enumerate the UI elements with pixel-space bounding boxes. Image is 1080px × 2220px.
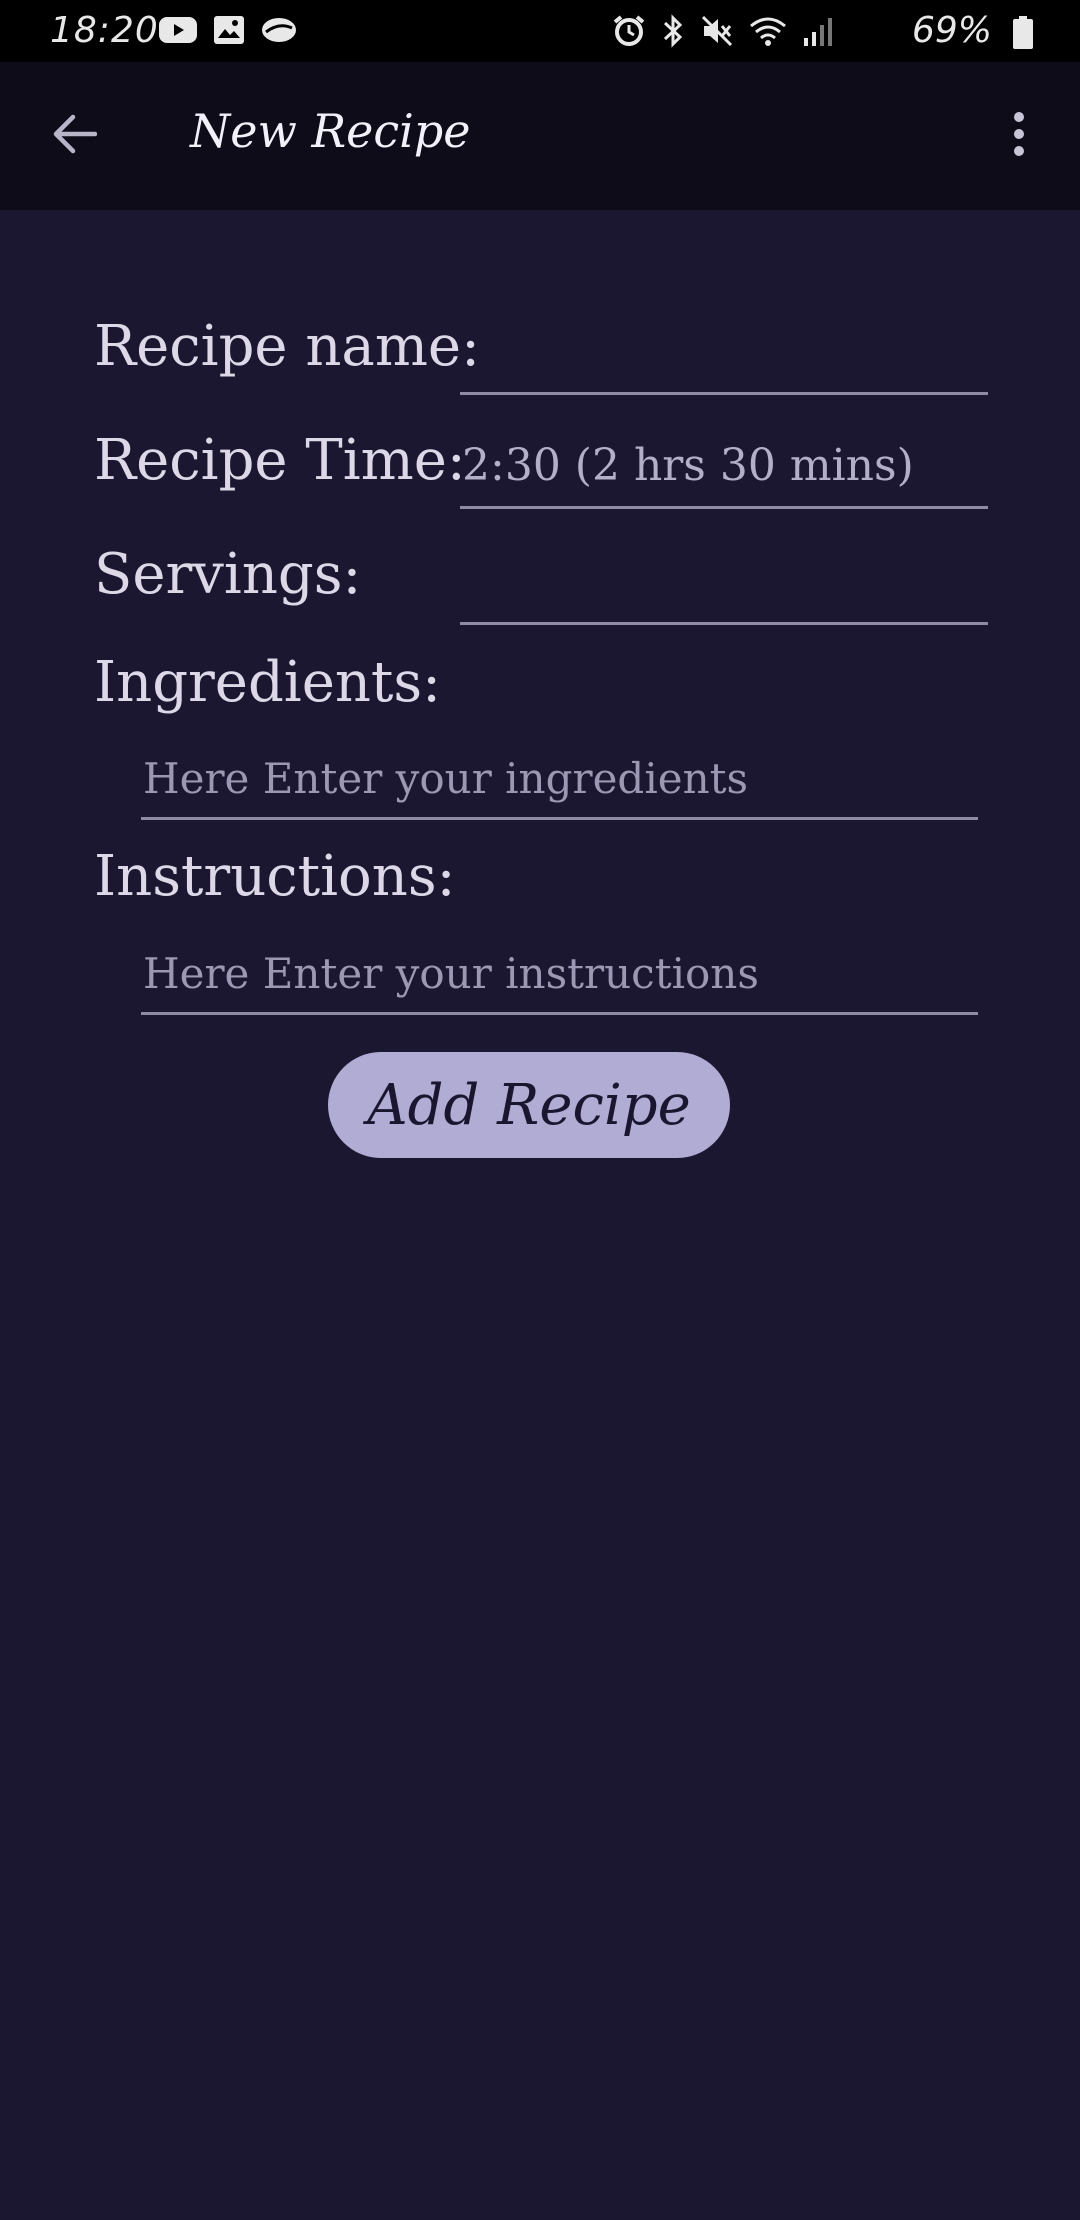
ingredients-placeholder: Here Enter your ingredients — [143, 754, 749, 803]
status-left-icons — [158, 14, 298, 46]
status-right-icons — [612, 14, 834, 48]
instructions-input[interactable]: Here Enter your instructions — [141, 941, 978, 1017]
status-bar: 18:20 69% — [0, 0, 1080, 62]
instructions-underline — [141, 1012, 978, 1015]
recipe-name-underline — [460, 392, 988, 395]
bluetooth-icon — [660, 14, 686, 48]
more-vert-icon — [1012, 111, 1026, 161]
app-bar: New Recipe — [0, 62, 1080, 210]
ingredients-input[interactable]: Here Enter your ingredients — [141, 746, 978, 822]
youtube-icon — [158, 14, 198, 46]
instructions-placeholder: Here Enter your instructions — [143, 949, 759, 998]
image-icon — [212, 14, 246, 46]
arrow-left-icon — [51, 114, 98, 158]
alarm-icon — [612, 14, 646, 48]
battery-percent: 69% — [911, 10, 992, 51]
servings-underline — [460, 622, 988, 625]
servings-label: Servings: — [94, 542, 362, 607]
recipe-time-input[interactable]: 2:30 (2 hrs 30 mins) — [460, 434, 988, 510]
recipe-time-value: 2:30 (2 hrs 30 mins) — [462, 440, 914, 491]
back-button[interactable] — [40, 102, 108, 170]
ingredients-underline — [141, 817, 978, 820]
battery-icon — [1012, 16, 1034, 54]
status-time: 18:20 — [50, 10, 159, 51]
page-title: New Recipe — [190, 104, 471, 158]
recipe-time-label: Recipe Time: — [94, 428, 466, 493]
add-recipe-button[interactable]: Add Recipe — [328, 1052, 730, 1158]
recipe-time-underline — [460, 506, 988, 509]
recipe-name-input[interactable] — [460, 320, 988, 396]
instructions-label: Instructions: — [94, 844, 456, 909]
ingredients-label: Ingredients: — [94, 650, 442, 715]
recipe-name-label: Recipe name: — [94, 314, 480, 379]
more-options-button[interactable] — [994, 106, 1044, 166]
signal-icon — [802, 14, 834, 48]
notification-app-icon — [260, 14, 298, 46]
servings-input[interactable] — [460, 550, 988, 626]
mute-icon — [700, 14, 734, 48]
wifi-icon — [748, 14, 788, 48]
